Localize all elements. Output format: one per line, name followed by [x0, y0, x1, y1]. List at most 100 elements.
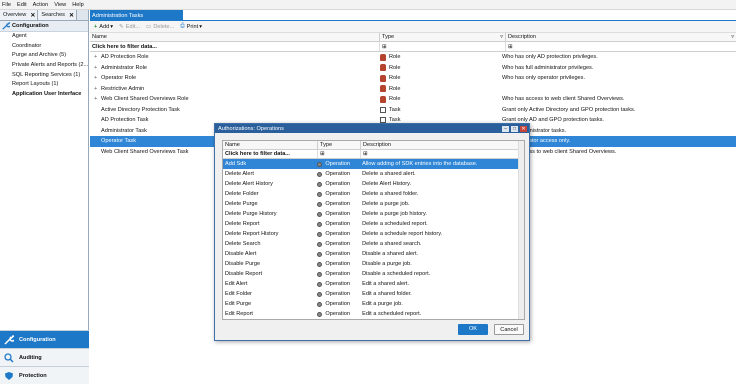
dialog-rows: Add Sdk Operation Allow adding of SDK entr…	[223, 159, 524, 320]
list-item[interactable]: Delete Report History Operation Delete a s…	[223, 229, 524, 239]
tab-overview[interactable]: Overview ✕	[0, 10, 39, 20]
list-item[interactable]: Edit Purge Operation Edit a purge job.	[223, 299, 524, 309]
dialog-filter-input[interactable]: Click here to filter data...	[223, 150, 318, 158]
operation-type-label: Operation	[325, 231, 350, 237]
cell-type: Role	[380, 95, 500, 103]
list-item[interactable]: Add Sdk Operation Allow adding of SDK entr…	[223, 159, 524, 169]
operation-description: Disable a scheduled report.	[362, 271, 431, 277]
nav-item[interactable]: Application User Interface	[0, 90, 88, 100]
cancel-button[interactable]: Cancel	[494, 324, 524, 335]
close-icon[interactable]: ✕	[69, 12, 74, 19]
table-row[interactable]: + Operator Role Role Who has only operator …	[90, 73, 736, 84]
dialog-filter-description[interactable]: ⊞	[361, 150, 520, 158]
table-row[interactable]: + Administrator Role Role Who has full admi…	[90, 63, 736, 74]
row-type: Role	[389, 54, 401, 61]
dialog-filter-type[interactable]: ⊞	[318, 150, 361, 158]
wrench-icon	[4, 334, 16, 345]
operation-description: Delete a shared search.	[362, 241, 422, 247]
bottom-nav-configuration[interactable]: Configuration	[0, 330, 89, 348]
menu-help[interactable]: Help	[72, 2, 84, 8]
column-description-label: Description	[508, 34, 536, 40]
nav-item[interactable]: Report Layouts (1)	[0, 80, 88, 90]
edit-button[interactable]: ✎ Edit...	[119, 24, 140, 30]
dialog-column-description[interactable]: Description	[361, 141, 520, 149]
operation-type-label: Operation	[325, 271, 350, 277]
funnel-icon[interactable]: ▿	[500, 33, 503, 41]
table-row[interactable]: Active Directory Protection Task Task Gran…	[90, 105, 736, 116]
funnel-icon[interactable]: ▿	[731, 33, 734, 41]
vertical-scrollbar[interactable]	[518, 141, 524, 319]
filter-type[interactable]: ⊞	[380, 42, 506, 51]
list-item[interactable]: Edit SearchOperationEdit a shared search…	[223, 319, 524, 320]
list-item[interactable]: Delete Purge History Operation Delete a pu…	[223, 209, 524, 219]
nav-item[interactable]: Coordinator	[0, 42, 88, 52]
table-row[interactable]: + AD Protection Role Role Who has only AD p…	[90, 52, 736, 63]
filter-input[interactable]: Click here to filter data...	[90, 42, 380, 51]
list-item[interactable]: Delete Folder Operation Delete a shared fo…	[223, 189, 524, 199]
expander-icon[interactable]: +	[94, 75, 101, 81]
operation-name: Disable Report	[225, 271, 262, 277]
table-row[interactable]: + Web Client Shared Overviews Role Role Who…	[90, 94, 736, 105]
nav-item[interactable]: SQL Reporting Services (1)	[0, 71, 88, 81]
nav-item[interactable]: Agent	[0, 32, 88, 42]
close-icon[interactable]: ✕	[520, 125, 527, 132]
row-type: Task	[389, 106, 401, 113]
shield-icon	[4, 371, 14, 381]
column-name[interactable]: Name	[90, 33, 380, 41]
close-icon[interactable]: ✕	[30, 12, 35, 19]
list-item[interactable]: Edit Folder Operation Edit a shared folder…	[223, 289, 524, 299]
list-item[interactable]: Delete Purge Operation Delete a purge job.	[223, 199, 524, 209]
list-item[interactable]: Disable Report Operation Disable a schedul…	[223, 269, 524, 279]
nav-item[interactable]: Purge and Archive (5)	[0, 51, 88, 61]
menu-edit[interactable]: Edit	[17, 2, 27, 8]
printer-icon: ⎙	[180, 23, 185, 29]
tab-searches[interactable]: Searches ✕	[38, 10, 78, 20]
menu-view[interactable]: View	[54, 2, 66, 8]
row-type: Role	[389, 96, 401, 103]
column-description[interactable]: Description ▿	[506, 33, 736, 41]
list-item[interactable]: Disable Purge Operation Disable a purge jo…	[223, 259, 524, 269]
menu-file[interactable]: File	[2, 2, 11, 8]
list-item[interactable]: Delete Report Operation Delete a scheduled…	[223, 219, 524, 229]
operation-name: Delete Report	[225, 221, 260, 227]
filter-icon: ⊞	[320, 151, 325, 157]
operation-type-label: Operation	[325, 301, 350, 307]
list-item[interactable]: Delete Alert Operation Delete a shared ale…	[223, 169, 524, 179]
cell-description: Grant access to web client Shared Overvi…	[502, 148, 617, 155]
bottom-nav-protection[interactable]: Protection	[0, 366, 89, 384]
ok-button[interactable]: OK	[458, 324, 488, 335]
cell-type: Role	[380, 85, 500, 93]
dialog-column-type[interactable]: Type	[318, 141, 361, 149]
filter-description[interactable]: ⊞	[506, 42, 736, 51]
column-type[interactable]: Type ▿	[380, 33, 506, 41]
add-button[interactable]: + Add ▾	[94, 24, 113, 30]
table-row[interactable]: + Restrictive Admin Role	[90, 84, 736, 95]
minimize-icon[interactable]: –	[502, 125, 509, 132]
gear-icon	[317, 281, 323, 287]
plus-icon: +	[94, 23, 98, 30]
expander-icon[interactable]: +	[94, 96, 101, 102]
maximize-icon[interactable]: □	[511, 125, 518, 132]
menu-action[interactable]: Action	[33, 2, 49, 8]
dialog-column-name[interactable]: Name	[223, 141, 318, 149]
operation-description: Disable a purge job.	[362, 261, 412, 267]
gear-icon	[317, 271, 323, 277]
cell-description: Grant administrator tasks.	[502, 127, 567, 134]
operation-type: Operation	[317, 261, 360, 267]
list-item[interactable]: Edit Report Operation Edit a scheduled rep…	[223, 309, 524, 319]
list-item[interactable]: Delete Alert History Operation Delete Aler…	[223, 179, 524, 189]
list-item[interactable]: Delete Search Operation Delete a shared se…	[223, 239, 524, 249]
task-icon	[380, 106, 386, 113]
bottom-nav-auditing[interactable]: Auditing	[0, 348, 89, 366]
nav-item[interactable]: Private Alerts and Reports (2...	[0, 61, 88, 71]
operation-type-label: Operation	[325, 161, 350, 167]
print-button[interactable]: ⎙ Print ▾	[180, 23, 202, 30]
expander-icon[interactable]: +	[94, 54, 101, 60]
list-item[interactable]: Edit Alert Operation Edit a shared alert.	[223, 279, 524, 289]
expander-icon[interactable]: +	[94, 86, 101, 92]
dialog-title-bar[interactable]: Authorizations: Operations – □ ✕	[215, 124, 529, 133]
operation-type: Operation	[317, 191, 360, 197]
delete-button[interactable]: ▭ Delete...	[146, 24, 174, 30]
expander-icon[interactable]: +	[94, 65, 101, 71]
list-item[interactable]: Disable Alert Operation Disable a shared a…	[223, 249, 524, 259]
